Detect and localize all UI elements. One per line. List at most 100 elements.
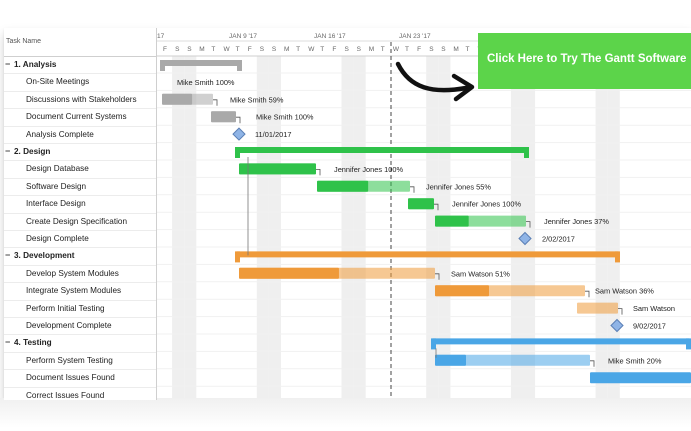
summary-bar[interactable] — [431, 338, 691, 345]
day-letter: T — [466, 46, 470, 53]
task-row[interactable]: Design Database — [4, 160, 156, 179]
task-group-row[interactable]: −4. Testing — [4, 334, 156, 353]
task-list: Task Name −1. Analysis On-Site Meetings Di… — [4, 28, 157, 400]
day-letter: T — [320, 46, 324, 53]
week-label: 17 — [157, 33, 165, 40]
day-letter: T — [381, 46, 385, 53]
task-row[interactable]: Analysis Complete — [4, 126, 156, 144]
day-letter: M — [453, 46, 458, 53]
dependency-link — [236, 116, 241, 124]
bar-label: Jennifer Jones 37% — [544, 217, 609, 226]
task-name: Perform Initial Testing — [26, 303, 105, 313]
task-name: Interface Design — [26, 199, 86, 209]
task-bar-progress — [162, 93, 193, 105]
task-row[interactable]: Perform System Testing — [4, 352, 156, 371]
day-letter: W — [393, 46, 400, 53]
task-row[interactable]: Design Complete — [4, 230, 156, 249]
task-row[interactable]: Correct Issues Found — [4, 387, 156, 400]
summary-bar-cap — [235, 147, 240, 158]
day-letter: S — [429, 46, 434, 53]
day-letter: S — [357, 46, 362, 53]
cta-label: Click Here to Try The Gantt Software — [487, 53, 687, 65]
task-bar[interactable] — [577, 302, 618, 314]
bar-label: Sam Watson 36% — [595, 287, 654, 296]
task-name: Analysis Complete — [26, 129, 94, 139]
task-group-row[interactable]: −2. Design — [4, 143, 156, 162]
task-name: Design Database — [26, 164, 89, 174]
dependency-link — [410, 186, 415, 193]
task-bar[interactable] — [590, 372, 691, 384]
summary-bar[interactable] — [235, 251, 620, 258]
task-name: Design Complete — [26, 234, 89, 243]
day-letter: S — [260, 46, 265, 53]
task-row[interactable]: Development Complete — [4, 317, 156, 336]
day-letter: T — [236, 46, 240, 53]
day-letter: F — [417, 46, 421, 53]
task-name: On-Site Meetings — [26, 77, 90, 87]
task-row[interactable]: Integrate System Modules — [4, 282, 156, 301]
day-letter: S — [441, 46, 446, 53]
collapse-toggle-icon[interactable]: − — [5, 143, 10, 160]
bar-label: Mike Smith 100% — [177, 78, 235, 87]
day-letter: S — [272, 46, 277, 53]
task-group-row[interactable]: −3. Development — [4, 247, 156, 266]
task-name: Perform System Testing — [26, 355, 113, 365]
summary-bar[interactable] — [235, 147, 529, 153]
task-name: Develop System Modules — [26, 268, 119, 278]
task-row[interactable]: On-Site Meetings — [4, 73, 156, 92]
day-letter: W — [224, 46, 231, 53]
task-row[interactable]: Interface Design — [4, 195, 156, 214]
collapse-toggle-icon[interactable]: − — [5, 334, 10, 351]
summary-bar-cap — [431, 338, 436, 350]
day-letter: F — [248, 46, 252, 53]
bar-label: Mike Smith 59% — [230, 95, 284, 104]
task-name: Create Design Specification — [26, 216, 128, 226]
summary-bar[interactable] — [160, 60, 242, 66]
diamond-icon[interactable] — [232, 127, 246, 141]
task-name: 4. Testing — [14, 338, 52, 348]
task-row[interactable]: Perform Initial Testing — [4, 300, 156, 318]
task-name: 2. Design — [14, 147, 51, 156]
day-letter: W — [308, 46, 315, 53]
task-bar-progress — [239, 267, 339, 279]
task-row[interactable]: Document Issues Found — [4, 369, 156, 388]
task-bar-progress — [435, 285, 489, 297]
try-gantt-software-button[interactable]: Click Here to Try The Gantt Software — [478, 33, 691, 89]
summary-bar-cap — [235, 251, 240, 263]
task-group-row[interactable]: −1. Analysis — [4, 56, 156, 75]
task-row[interactable]: Document Current Systems — [4, 108, 156, 127]
task-row[interactable]: Create Design Specification — [4, 213, 156, 231]
collapse-toggle-icon[interactable]: − — [5, 56, 10, 73]
collapse-toggle-icon[interactable]: − — [5, 247, 10, 264]
bar-label: Jennifer Jones 100% — [452, 200, 521, 209]
task-name-header: Task Name — [6, 38, 42, 45]
curved-arrow-icon — [395, 61, 475, 102]
day-letter: T — [211, 46, 215, 53]
summary-bar-cap — [615, 251, 620, 263]
task-row[interactable]: Discussions with Stakeholders — [4, 91, 156, 110]
bar-label: Mike Smith 100% — [256, 113, 314, 122]
day-letter: T — [405, 46, 409, 53]
bar-label: 2/02/2017 — [542, 235, 575, 244]
task-name: Integrate System Modules — [26, 286, 122, 296]
summary-bar-cap — [686, 338, 691, 350]
task-row[interactable]: Software Design — [4, 178, 156, 197]
task-bar-progress — [239, 163, 316, 175]
bar-label: 9/02/2017 — [633, 322, 666, 331]
task-bar-progress — [435, 354, 466, 366]
task-bar-progress — [435, 215, 469, 227]
day-letter: S — [175, 46, 180, 53]
day-letter: S — [345, 46, 350, 53]
week-label: JAN 23 '17 — [399, 33, 431, 40]
dependency-link — [213, 99, 218, 106]
summary-bar-cap — [160, 60, 165, 71]
week-label: JAN 9 '17 — [229, 33, 257, 40]
task-name: Discussions with Stakeholders — [26, 94, 137, 104]
summary-bar-cap — [524, 147, 529, 158]
task-row[interactable]: Develop System Modules — [4, 265, 156, 284]
summary-bar-cap — [237, 60, 242, 71]
day-letter: M — [199, 46, 204, 53]
dependency-link — [590, 360, 595, 367]
task-name: 3. Development — [14, 251, 75, 261]
task-bar-progress — [211, 111, 236, 123]
